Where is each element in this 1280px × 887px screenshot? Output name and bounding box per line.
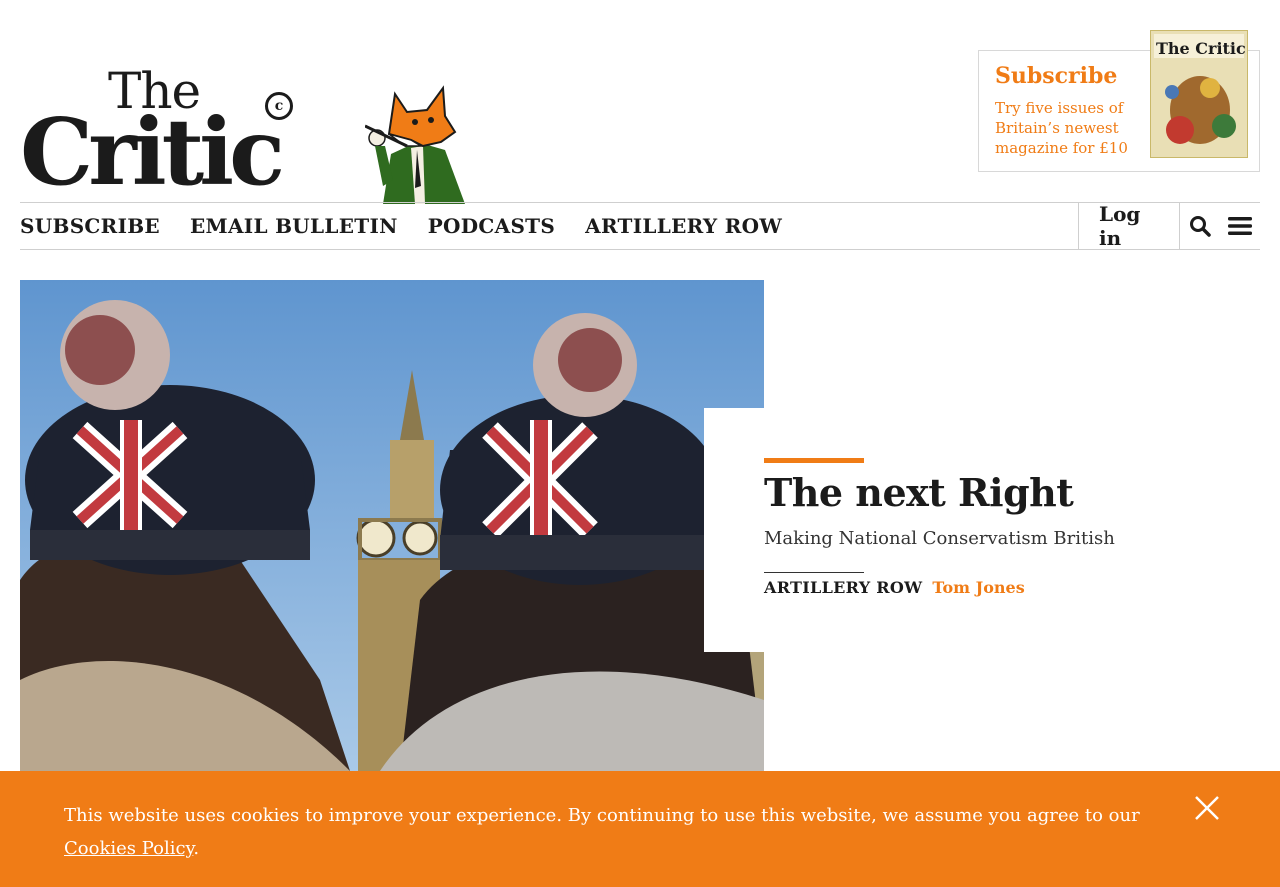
logo-critic-text: Critic — [20, 98, 285, 206]
close-icon — [1195, 796, 1219, 820]
cookie-text: This website uses cookies to improve you… — [64, 805, 1140, 826]
search-button[interactable] — [1180, 203, 1220, 249]
promo-text: Try five issues of Britain’s newest maga… — [995, 99, 1128, 157]
nav-actions: Log in — [1078, 202, 1260, 250]
hero-category-link[interactable]: ARTILLERY ROW — [764, 578, 922, 597]
hamburger-menu-icon — [1228, 217, 1252, 235]
menu-button[interactable] — [1220, 203, 1260, 249]
cookies-policy-link[interactable]: Cookies Policy — [64, 838, 193, 859]
hero-article-image[interactable] — [20, 280, 764, 771]
hero-meta: ARTILLERY ROW Tom Jones — [764, 578, 1025, 597]
cookie-close-button[interactable] — [1192, 793, 1222, 823]
cover-brand-text: The Critic — [1156, 39, 1246, 58]
hero-author-link[interactable]: Tom Jones — [932, 578, 1024, 597]
logo-c-badge: c — [265, 92, 293, 120]
hero-subtitle: Making National Conservatism British — [764, 528, 1115, 549]
login-button[interactable]: Log in — [1078, 202, 1180, 250]
fox-mascot-icon — [365, 85, 465, 204]
promo-title: Subscribe — [995, 63, 1118, 89]
nav-item-artillery-row[interactable]: ARTILLERY ROW — [585, 214, 782, 238]
nav-item-subscribe[interactable]: SUBSCRIBE — [20, 214, 160, 238]
hero-photo — [20, 280, 764, 771]
cookie-message: This website uses cookies to improve you… — [64, 799, 1144, 865]
cookie-text-end: . — [193, 838, 200, 859]
hero-title[interactable]: The next Right — [764, 470, 1074, 515]
cookie-banner: This website uses cookies to improve you… — [0, 771, 1280, 887]
nav-item-email-bulletin[interactable]: EMAIL BULLETIN — [190, 214, 398, 238]
hero-divider — [764, 572, 864, 573]
magazine-cover-image[interactable]: The Critic — [1150, 30, 1248, 158]
site-logo[interactable]: The Critic c — [20, 66, 470, 204]
search-icon — [1190, 216, 1211, 237]
nav-links: SUBSCRIBE EMAIL BULLETIN PODCASTS ARTILL… — [20, 203, 812, 249]
nav-item-podcasts[interactable]: PODCASTS — [428, 214, 555, 238]
main-navigation: SUBSCRIBE EMAIL BULLETIN PODCASTS ARTILL… — [20, 202, 1260, 250]
hero-accent-rule — [764, 458, 864, 463]
